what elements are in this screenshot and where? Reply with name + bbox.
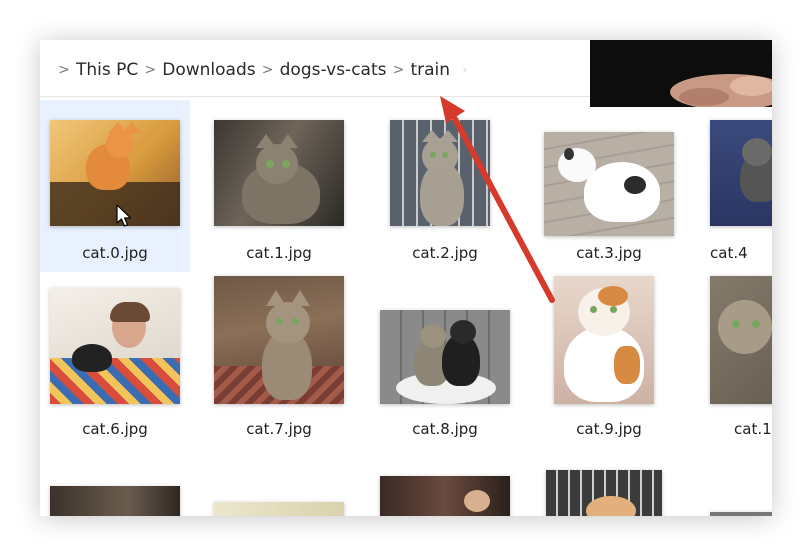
file-name: cat.6.jpg [82,420,148,438]
chevron-right-icon[interactable]: > [140,62,160,78]
file-item[interactable] [370,456,520,516]
thumbnail-image [390,120,490,226]
file-item[interactable] [534,456,684,516]
file-name: cat.8.jpg [412,420,478,438]
thumbnail-image [380,476,510,516]
breadcrumb-this-pc[interactable]: This PC [74,60,140,80]
thumbnail-image [546,470,662,516]
breadcrumb-trailing-chevron-icon: › [462,62,468,78]
chevron-right-icon[interactable]: > [388,62,408,78]
file-item[interactable] [204,456,354,516]
file-item[interactable]: cat.1 [700,276,772,448]
thumbnail-image [380,310,510,404]
thumbnail-image [50,120,180,226]
file-explorer-window: > This PC > Downloads > dogs-vs-cats > t… [40,40,772,516]
thumbnail-image [214,276,344,404]
file-name: cat.1.jpg [246,244,312,262]
file-item[interactable]: cat.4 [700,100,772,272]
thumbnail-image [710,276,772,404]
file-name: cat.7.jpg [246,420,312,438]
file-item[interactable]: cat.0.jpg [40,100,190,272]
thumbnail-image [50,288,180,404]
breadcrumb-dogs-vs-cats[interactable]: dogs-vs-cats [278,60,389,80]
thumbnail-image [554,276,654,404]
file-item[interactable] [40,456,190,516]
file-name: cat.9.jpg [576,420,642,438]
file-item[interactable]: cat.3.jpg [534,100,684,272]
breadcrumb-train[interactable]: train [408,60,452,80]
breadcrumb-downloads[interactable]: Downloads [160,60,257,80]
file-grid: cat.0.jpg cat.1.jpg cat.2.jpg cat.3.jpg … [40,96,772,516]
file-item[interactable]: cat.8.jpg [370,276,520,448]
thumbnail-image [50,486,180,516]
mouse-pointer-icon [116,204,132,227]
chevron-right-icon[interactable]: > [54,62,74,78]
breadcrumb: > This PC > Downloads > dogs-vs-cats > t… [54,56,467,84]
file-name: cat.4 [710,244,748,262]
file-name: cat.0.jpg [82,244,148,262]
thumbnail-image [544,132,674,236]
file-name: cat.2.jpg [412,244,478,262]
file-name: cat.1 [734,420,772,438]
thumbnail-image [710,120,772,226]
chevron-right-icon[interactable]: > [258,62,278,78]
file-item[interactable]: cat.6.jpg [40,276,190,448]
thumbnail-image [214,120,344,226]
file-item[interactable]: cat.2.jpg [370,100,520,272]
file-name: cat.3.jpg [576,244,642,262]
file-item[interactable]: cat.9.jpg [534,276,684,448]
thumbnail-image [214,502,344,516]
file-item[interactable]: cat.7.jpg [204,276,354,448]
file-item[interactable]: cat.1.jpg [204,100,354,272]
file-item[interactable] [700,456,772,516]
thumbnail-image [710,512,772,516]
